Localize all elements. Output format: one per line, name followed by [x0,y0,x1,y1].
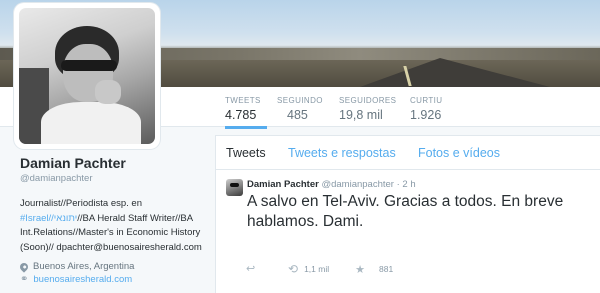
stat-following-label: SEGUINDO [277,96,323,105]
stat-likes-label: CURTIU [410,96,443,105]
profile-bio: Journalist//Periodista esp. en #Israel//… [20,197,205,255]
profile-sidebar: Damian Pachter @damianpachter Journalist… [18,155,210,285]
stat-followers-label: SEGUIDORES [339,96,397,105]
avatar-photo [19,8,155,144]
profile-avatar[interactable] [14,3,160,149]
like-count: 881 [378,264,394,274]
tweet-actions: ⟲ 1,1 mil ★ 881 [246,262,393,276]
star-icon: ★ [355,263,365,276]
bio-text-1: Journalist//Periodista esp. en [20,198,142,209]
like-button[interactable]: ★ 881 [355,263,393,276]
stat-followers-value: 19,8 mil [339,108,383,122]
tab-photos-videos[interactable]: Fotos e vídeos [418,146,500,160]
timeline-tabs: Tweets Tweets e respostas Fotos e vídeos [216,136,600,170]
reply-button[interactable] [246,264,258,274]
banner-road [360,58,550,87]
profile-handle[interactable]: @damianpachter [20,173,210,184]
stat-followers[interactable]: SEGUIDORES 19,8 mil [339,96,396,122]
tweet-author-handle[interactable]: @damianpachter [321,179,394,190]
stat-tweets-label: TWEETS [225,96,261,105]
tweet-text: A salvo en Tel-Aviv. Gracias a todos. En… [247,192,587,231]
link-icon: ⚭ [20,274,29,285]
profile-location-text: Buenos Aires, Argentina [33,261,135,272]
bio-hashtag-link[interactable]: #Israel//יתונאי [20,213,77,224]
avatar-hand [95,80,121,104]
profile-location: Buenos Aires, Argentina [18,260,210,273]
stat-tweets[interactable]: TWEETS 4.785 [225,96,267,129]
profile-website-text[interactable]: buenosairesherald.com [33,274,132,285]
reply-icon [246,264,258,274]
stat-likes[interactable]: CURTIU 1.926 [410,96,442,122]
tab-tweets-and-replies[interactable]: Tweets e respostas [288,146,396,160]
tweet-author-name[interactable]: Damian Pachter [247,179,319,190]
stat-following[interactable]: SEGUINDO 485 [277,96,323,122]
tweet-timestamp[interactable]: · 2 h [397,179,416,190]
tweet-avatar[interactable] [226,179,243,196]
profile-website[interactable]: ⚭ buenosairesherald.com [20,274,210,285]
tweet-header: Damian Pachter @damianpachter · 2 h [247,179,416,190]
map-pin-icon [18,260,30,273]
retweet-count: 1,1 mil [304,264,330,274]
profile-name[interactable]: Damian Pachter [20,155,210,171]
tab-tweets[interactable]: Tweets [226,146,266,160]
avatar-shirt [41,102,141,144]
avatar-sunglasses [61,60,117,71]
retweet-icon: ⟲ [288,262,299,276]
stat-tweets-value: 4.785 [225,108,257,122]
stat-following-value: 485 [287,108,308,122]
retweet-button[interactable]: ⟲ 1,1 mil [288,262,329,276]
tweet-text-line: A salvo en Tel-Aviv. Gracias a todos. En… [247,193,564,230]
stat-likes-value: 1.926 [410,108,442,122]
